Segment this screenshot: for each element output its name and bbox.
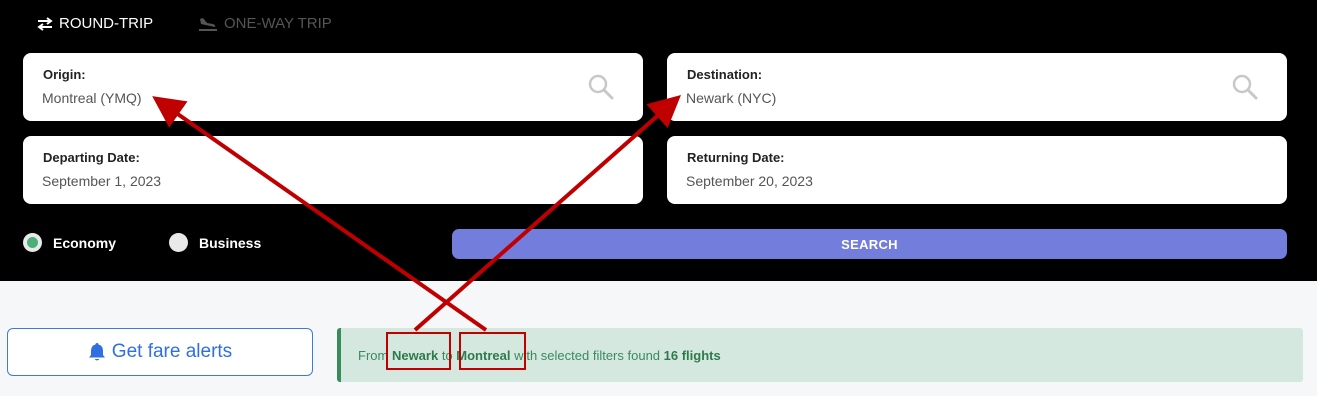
fare-alerts-label: Get fare alerts xyxy=(111,341,233,362)
plane-landing-icon xyxy=(199,17,217,31)
origin-value: Montreal (YMQ) xyxy=(42,90,142,106)
swap-arrows-icon xyxy=(37,16,53,31)
returning-date-label: Returning Date: xyxy=(687,150,785,165)
result-suffix: with selected filters found xyxy=(510,347,664,363)
business-label: Business xyxy=(199,234,262,251)
returning-date-value: September 20, 2023 xyxy=(686,173,813,189)
result-to-city: Montreal xyxy=(456,347,511,363)
departing-date-label: Departing Date: xyxy=(43,150,140,165)
search-icon xyxy=(588,74,614,100)
tab-round-trip[interactable]: ROUND-TRIP xyxy=(37,15,153,32)
radio-selected-icon xyxy=(23,233,42,252)
destination-field[interactable]: Destination: Newark (NYC) xyxy=(667,53,1287,121)
tab-round-trip-label: ROUND-TRIP xyxy=(59,15,154,32)
result-from-city: Newark xyxy=(391,347,439,363)
destination-value: Newark (NYC) xyxy=(686,90,777,106)
fare-alerts-button[interactable]: Get fare alerts xyxy=(7,328,313,376)
origin-field[interactable]: Origin: Montreal (YMQ) xyxy=(23,53,643,121)
economy-radio[interactable]: Economy xyxy=(23,233,116,252)
departing-date-value: September 1, 2023 xyxy=(42,173,162,189)
business-radio[interactable]: Business xyxy=(169,233,261,252)
radio-unselected-icon xyxy=(169,233,188,252)
tab-one-way-label: ONE-WAY TRIP xyxy=(224,15,332,32)
result-count: 16 flights xyxy=(663,347,721,363)
origin-label: Origin: xyxy=(43,67,86,82)
result-mid: to xyxy=(438,347,457,363)
destination-label: Destination: xyxy=(687,67,763,82)
economy-label: Economy xyxy=(53,234,117,251)
tab-one-way[interactable]: ONE-WAY TRIP xyxy=(198,15,332,32)
results-summary: From Newark to Montreal with selected fi… xyxy=(337,328,1303,382)
result-prefix: From xyxy=(358,347,392,363)
departing-date-field[interactable]: Departing Date: September 1, 2023 xyxy=(23,136,643,204)
search-panel: ROUND-TRIP ONE-WAY TRIP Origin: Montreal… xyxy=(0,0,1317,281)
search-icon xyxy=(1232,74,1258,100)
returning-date-field[interactable]: Returning Date: September 20, 2023 xyxy=(667,136,1287,204)
search-button[interactable]: SEARCH xyxy=(452,229,1287,259)
bell-icon xyxy=(88,343,105,361)
